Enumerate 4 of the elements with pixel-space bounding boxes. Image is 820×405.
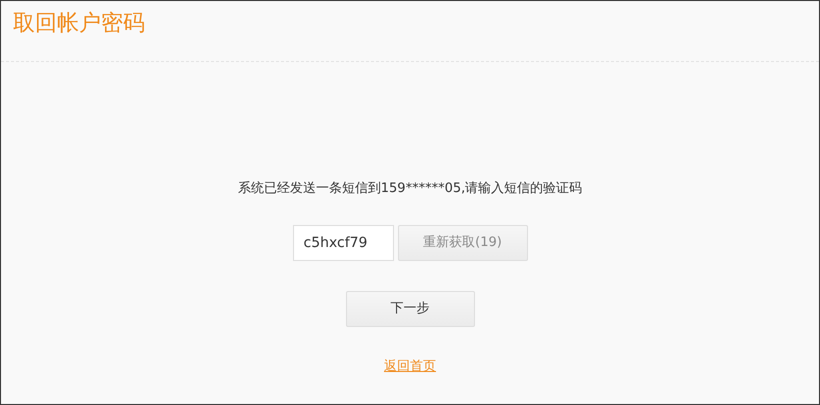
code-field[interactable]: c5hxcf79 bbox=[292, 224, 394, 260]
sms-message: 系统已经发送一条短信到159******05,请输入短信的验证码 bbox=[238, 180, 582, 198]
next-button[interactable]: 下一步 bbox=[346, 290, 474, 326]
page-title: 取回帐户密码 bbox=[13, 10, 146, 38]
